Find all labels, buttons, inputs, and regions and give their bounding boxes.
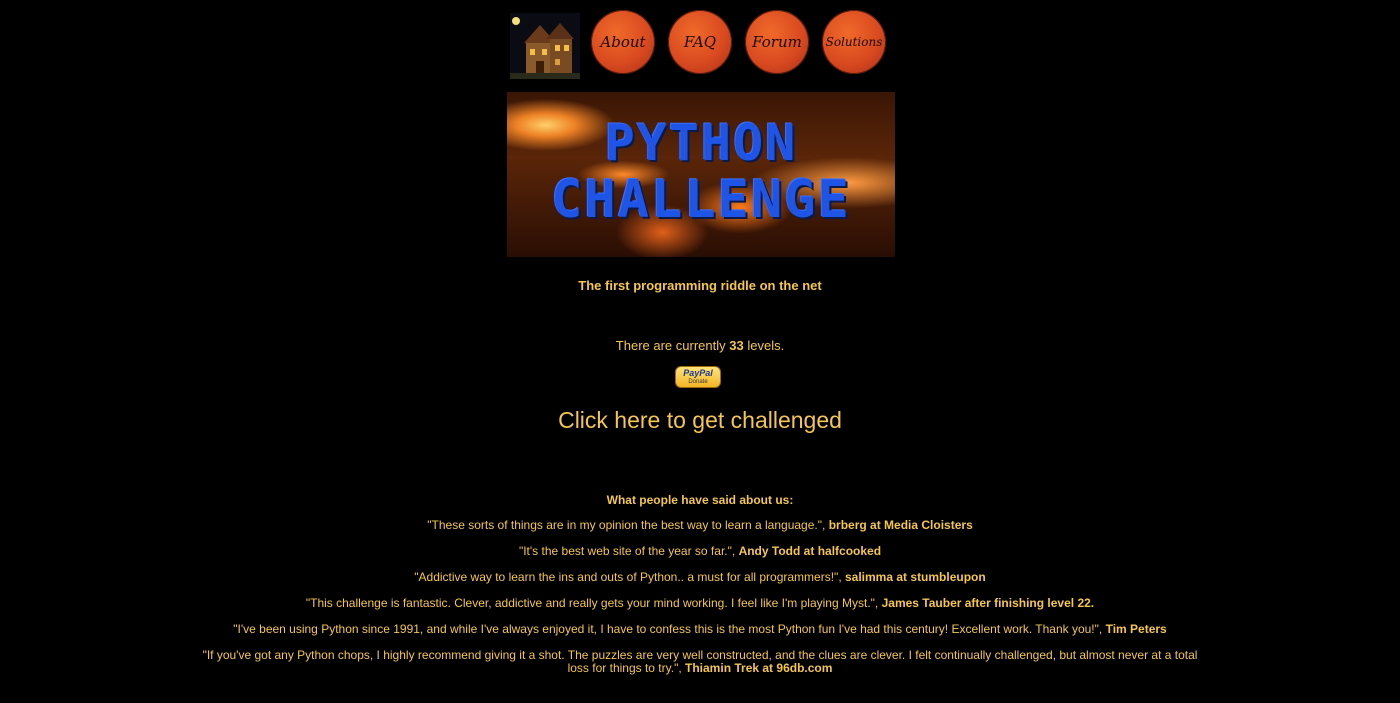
python-challenge-banner: PYTHON CHALLENGE [507, 92, 895, 257]
testimonial: "These sorts of things are in my opinion… [200, 519, 1200, 532]
quote-text: "These sorts of things are in my opinion… [427, 518, 826, 532]
quote-text: "It's the best web site of the year so f… [518, 544, 736, 558]
levels-count: 33 [729, 338, 744, 353]
quote-text: "This challenge is fantastic. Clever, ad… [305, 596, 879, 610]
get-challenged-link[interactable]: Click here to get challenged [558, 407, 842, 433]
paypal-donate-label: Donate [688, 379, 708, 385]
testimonial: "If you've got any Python chops, I highl… [200, 649, 1200, 675]
quote-source-link[interactable]: halfcooked [818, 544, 881, 558]
testimonials-heading: What people have said about us: [606, 493, 794, 507]
banner-title-line1: PYTHON [604, 114, 798, 172]
testimonial: "Addictive way to learn the ins and outs… [200, 571, 1200, 584]
quote-author: salimma at [845, 570, 908, 584]
testimonial: "I've been using Python since 1991, and … [200, 623, 1200, 636]
nav-about-button[interactable]: About [591, 10, 655, 74]
nav-faq-button[interactable]: FAQ [668, 10, 732, 74]
quote-source-link[interactable]: 96db.com [776, 661, 832, 675]
testimonial: "This challenge is fantastic. Clever, ad… [200, 597, 1200, 610]
nav-solutions-button[interactable]: Solutions [822, 10, 886, 74]
paypal-brand: PayPal [683, 368, 713, 378]
quote-author: Thiamin Trek at [685, 661, 774, 675]
haunted-house-logo[interactable] [510, 13, 580, 79]
quote-author: Andy Todd at [738, 544, 815, 558]
levels-prefix: There are currently [615, 338, 726, 353]
levels-suffix: levels. [747, 338, 785, 353]
testimonial: "It's the best web site of the year so f… [200, 545, 1200, 558]
levels-count-text: There are currently 33 levels. [0, 338, 1400, 353]
quote-author: brberg at [828, 518, 881, 532]
paypal-donate-button[interactable]: PayPal Donate [675, 366, 721, 388]
quote-source-link[interactable]: stumbleupon [910, 570, 985, 584]
quote-author: Tim Peters [1105, 622, 1167, 636]
quote-author: James Tauber after finishing level 22. [881, 596, 1095, 610]
quote-text: "Addictive way to learn the ins and outs… [414, 570, 842, 584]
banner-title-line2: CHALLENGE [551, 170, 851, 230]
quote-source-link[interactable]: Media Cloisters [884, 518, 973, 532]
testimonials-list: "These sorts of things are in my opinion… [200, 519, 1200, 688]
tagline: The first programming riddle on the net [578, 278, 822, 293]
nav-forum-button[interactable]: Forum [745, 10, 809, 74]
quote-text: "I've been using Python since 1991, and … [233, 622, 1103, 636]
